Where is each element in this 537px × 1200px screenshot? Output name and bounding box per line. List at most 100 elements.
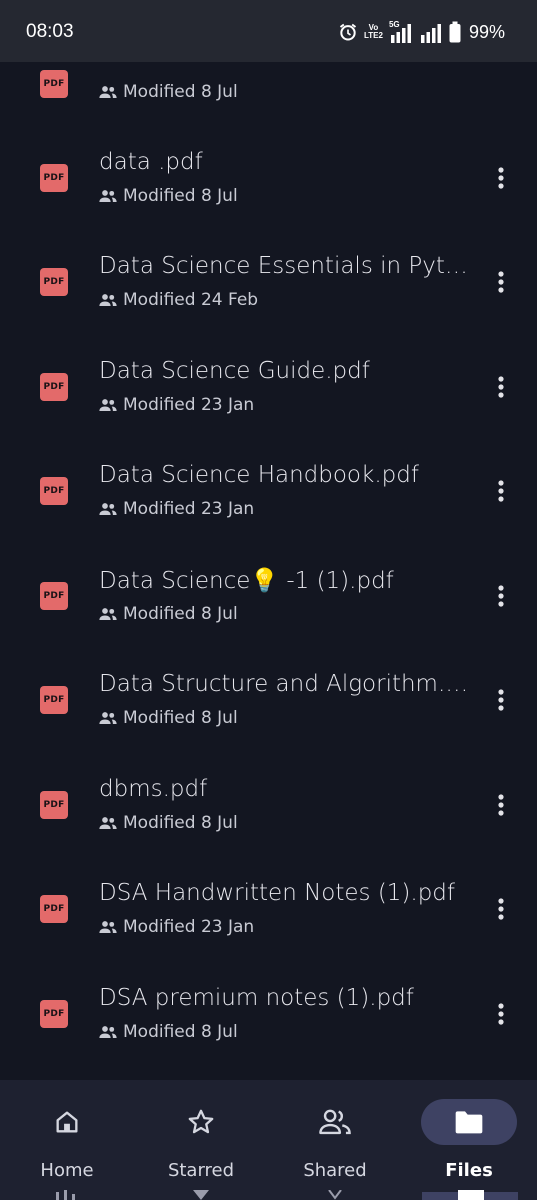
pdf-icon-label: PDF [43, 173, 65, 183]
status-time: 08:03 [26, 21, 74, 42]
file-modified: Modified 23 Jan [123, 499, 255, 519]
pdf-icon: PDF [40, 582, 68, 610]
file-row[interactable]: PDF Data Science Guide.pdf Modified 23 J… [0, 321, 537, 425]
more-options-button[interactable] [484, 370, 518, 404]
pdf-icon-label: PDF [43, 79, 65, 89]
file-name: Data Science Essentials in Pyth... [99, 253, 471, 279]
more-options-button[interactable] [484, 683, 518, 717]
volte-icon: Vo LTE2 [364, 24, 383, 40]
home-icon [56, 1111, 78, 1133]
star-icon [188, 1109, 214, 1134]
shared-people-icon [99, 1026, 117, 1038]
file-meta: Modified 23 Jan [99, 499, 254, 519]
file-row[interactable]: PDF Data Science💡 -1 (1).pdf Modified 8 … [0, 530, 537, 634]
shared-people-icon [99, 190, 117, 202]
shared-people-icon [99, 399, 117, 411]
bottom-navigation: Home Starred Shared Files [0, 1080, 537, 1200]
more-vert-icon [498, 271, 504, 293]
file-name: Data Science💡 -1 (1).pdf [99, 568, 394, 594]
partial-icons-strip [0, 1190, 537, 1200]
file-meta: Modified 8 Jul [99, 604, 238, 624]
file-name: DSA Handwritten Notes (1).pdf [99, 880, 456, 906]
battery-icon [449, 21, 461, 43]
nav-starred-icon-wrap [153, 1099, 249, 1145]
people-icon [319, 1109, 351, 1135]
pdf-icon-label: PDF [43, 277, 65, 287]
pdf-icon-label: PDF [43, 800, 65, 810]
pdf-icon-label: PDF [43, 904, 65, 914]
nav-files-icon-wrap [421, 1099, 517, 1145]
shared-people-icon [99, 921, 117, 933]
file-modified: Modified 8 Jul [123, 186, 238, 206]
nav-home-icon-wrap [19, 1099, 115, 1145]
pdf-icon: PDF [40, 164, 68, 192]
more-options-button[interactable] [484, 892, 518, 926]
pdf-icon: PDF [40, 1000, 68, 1028]
shared-people-icon [99, 294, 117, 306]
pdf-icon: PDF [40, 268, 68, 296]
shared-people-icon [99, 712, 117, 724]
more-vert-icon [498, 689, 504, 711]
file-row[interactable]: PDF Data Science Essentials in Pyth... M… [0, 217, 537, 321]
file-row[interactable]: PDF DSA premium notes (1).pdf Modified 8… [0, 948, 537, 1052]
file-meta: Modified 8 Jul [99, 708, 238, 728]
file-name: Data Science Guide.pdf [99, 358, 370, 384]
file-modified: Modified 24 Feb [123, 290, 259, 310]
sparkle-icon [328, 1190, 342, 1200]
signal-icon [419, 21, 443, 43]
more-options-button[interactable] [484, 788, 518, 822]
pdf-icon-label: PDF [43, 382, 65, 392]
file-row[interactable]: PDF dbms.pdf Modified 8 Jul [0, 739, 537, 843]
more-vert-icon [498, 1003, 504, 1025]
nav-files[interactable]: Files [402, 1080, 536, 1200]
nav-home-label: Home [40, 1160, 94, 1181]
file-modified: Modified 8 Jul [123, 82, 238, 102]
file-name: dbms.pdf [99, 776, 208, 802]
file-modified: Modified 8 Jul [123, 604, 238, 624]
file-row[interactable]: PDF Data Science Handbook.pdf Modified 2… [0, 426, 537, 530]
file-modified: Modified 23 Jan [123, 395, 255, 415]
file-row[interactable]: PDF DSA Handwritten Notes (1).pdf Modifi… [0, 844, 537, 948]
file-name: Data Structure and Algorithm.pdf [99, 671, 471, 697]
nav-home[interactable]: Home [0, 1080, 134, 1200]
alarm-icon [338, 22, 358, 42]
more-vert-icon [498, 585, 504, 607]
pdf-icon: PDF [40, 477, 68, 505]
file-meta: Modified 23 Jan [99, 395, 254, 415]
file-row[interactable]: PDF data .pdf Modified 8 Jul [0, 113, 537, 217]
more-options-button[interactable] [484, 579, 518, 613]
shared-people-icon [99, 503, 117, 515]
shared-people-icon [99, 86, 117, 98]
pdf-icon: PDF [40, 373, 68, 401]
more-options-button[interactable] [484, 265, 518, 299]
more-vert-icon [498, 794, 504, 816]
more-options-button[interactable] [484, 474, 518, 508]
hourglass-icon [193, 1190, 209, 1200]
more-vert-icon [498, 376, 504, 398]
pdf-icon: PDF [40, 791, 68, 819]
folder-icon [455, 1111, 483, 1134]
nav-files-label: Files [445, 1160, 493, 1181]
file-modified: Modified 8 Jul [123, 813, 238, 833]
status-bar: 08:03 Vo LTE2 5G 99% [0, 0, 537, 62]
more-options-button[interactable] [484, 997, 518, 1031]
file-meta: Modified 8 Jul [99, 813, 238, 833]
volte-bottom-label: LTE2 [364, 31, 383, 40]
more-options-button[interactable] [484, 161, 518, 195]
more-vert-icon [498, 167, 504, 189]
nav-starred[interactable]: Starred [134, 1080, 268, 1200]
pdf-icon: PDF [40, 70, 68, 98]
signal-5g-icon: 5G [389, 21, 413, 43]
file-meta: Modified 23 Jan [99, 917, 254, 937]
nav-starred-label: Starred [167, 1160, 235, 1181]
shared-people-icon [99, 817, 117, 829]
nav-shared[interactable]: Shared [268, 1080, 402, 1200]
file-meta: Modified 8 Jul [99, 1022, 238, 1042]
nav-shared-icon-wrap [287, 1099, 383, 1145]
file-list[interactable]: PDF Modified 8 Jul PDF data .pdf Modifie… [0, 62, 537, 1080]
nav-shared-label: Shared [303, 1160, 367, 1181]
pdf-icon-label: PDF [43, 591, 65, 601]
file-row[interactable]: PDF Modified 8 Jul [0, 62, 537, 113]
file-name: Data Science Handbook.pdf [99, 462, 419, 488]
file-row[interactable]: PDF Data Structure and Algorithm.pdf Mod… [0, 635, 537, 739]
